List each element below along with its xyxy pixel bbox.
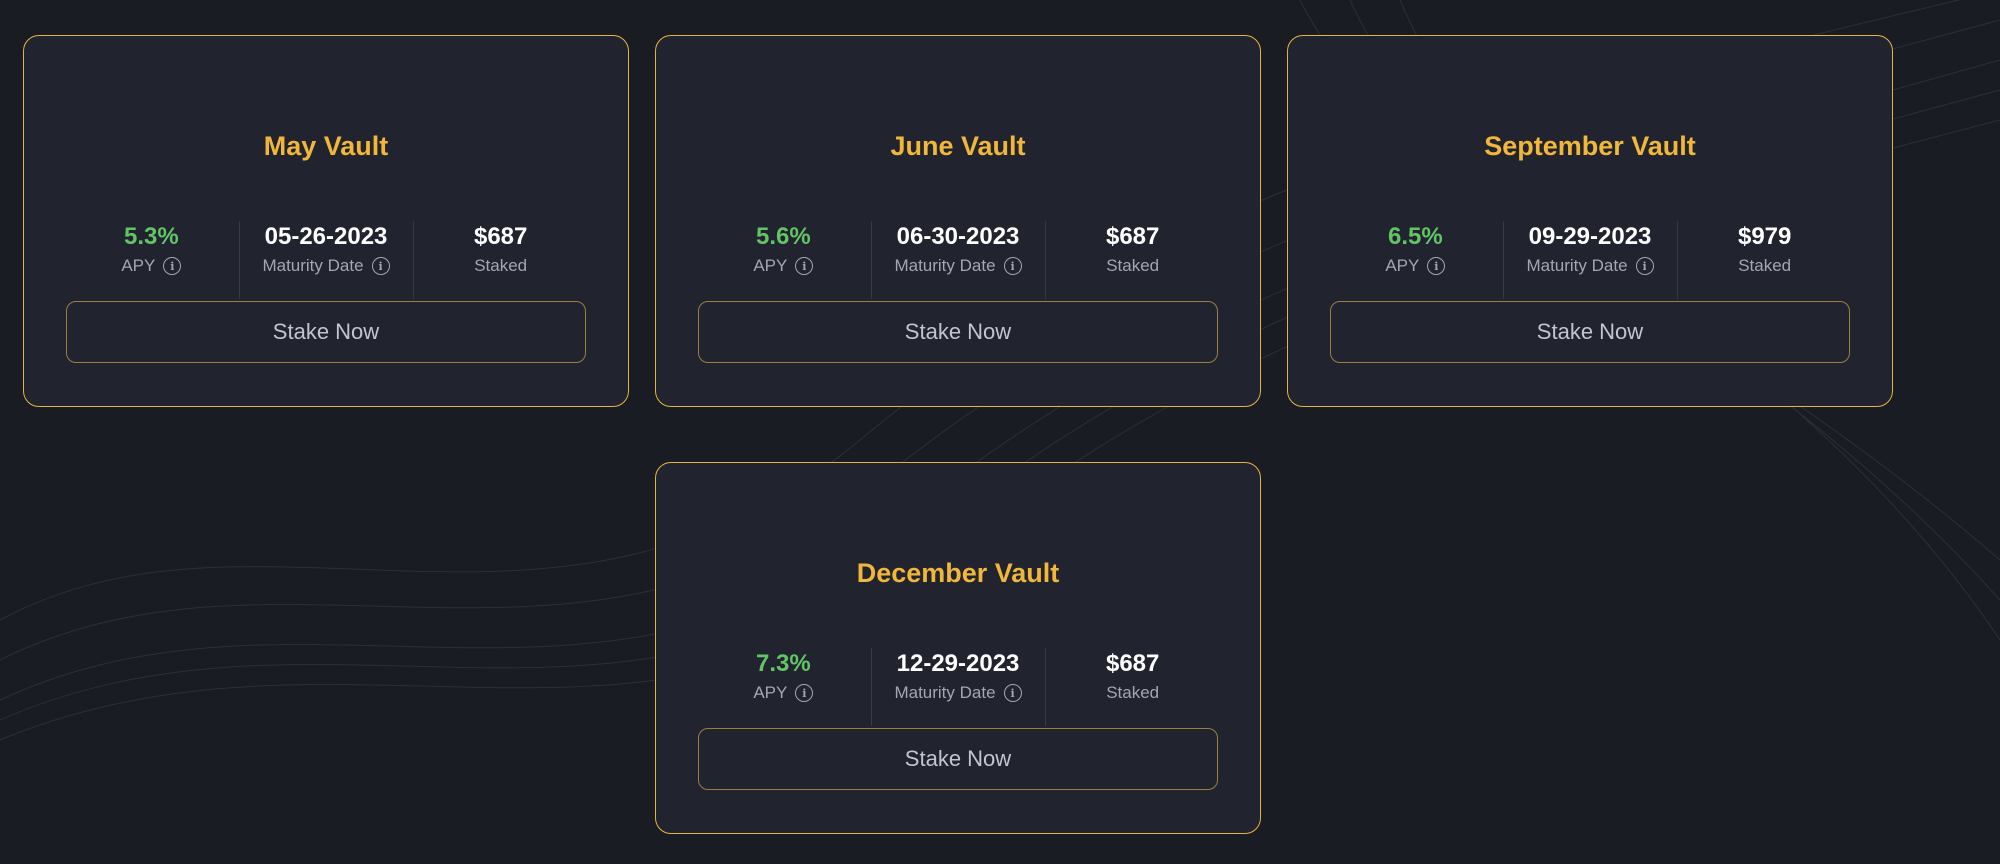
apy-stat: 7.3% APY i <box>696 610 871 702</box>
info-circle-icon[interactable]: i <box>1003 257 1022 275</box>
vault-card-june: June Vault 5.6% APY i 06-30-2023 Maturity… <box>655 35 1261 407</box>
vault-stats: 7.3% APY i 12-29-2023 Maturity Date i $687… <box>696 610 1220 726</box>
apy-stat: 6.5% APY i <box>1328 183 1503 275</box>
info-circle-icon[interactable]: i <box>371 257 390 275</box>
vault-stats: 5.6% APY i 06-30-2023 Maturity Date i $687… <box>696 183 1220 299</box>
vault-stats: 6.5% APY i 09-29-2023 Maturity Date i $979… <box>1328 183 1852 299</box>
maturity-value: 05-26-2023 <box>264 223 388 250</box>
info-circle-icon[interactable]: i <box>1003 684 1022 702</box>
staked-stat: $687 Staked <box>413 183 588 299</box>
apy-value: 7.3% <box>755 650 811 677</box>
stake-now-button[interactable]: Stake Now <box>698 728 1218 790</box>
staked-label: Staked <box>1106 683 1160 702</box>
vault-title: December Vault <box>856 558 1060 588</box>
apy-stat: 5.3% APY i <box>64 183 239 275</box>
staked-label: Staked <box>1738 256 1792 275</box>
maturity-label: Maturity Date <box>1526 256 1628 275</box>
maturity-value: 06-30-2023 <box>896 223 1020 250</box>
maturity-stat: 12-29-2023 Maturity Date i <box>870 610 1046 726</box>
vault-title: September Vault <box>1484 131 1696 161</box>
maturity-stat: 06-30-2023 Maturity Date i <box>870 183 1046 299</box>
vault-card-september: September Vault 6.5% APY i 09-29-2023 Mat… <box>1287 35 1893 407</box>
maturity-label: Maturity Date <box>894 256 996 275</box>
apy-stat: 5.6% APY i <box>696 183 871 275</box>
staked-value: $687 <box>1105 223 1160 250</box>
info-circle-icon[interactable]: i <box>1635 257 1654 275</box>
staked-label: Staked <box>474 256 528 275</box>
staked-stat: $979 Staked <box>1677 183 1852 299</box>
staked-stat: $687 Staked <box>1045 610 1220 726</box>
stake-now-button[interactable]: Stake Now <box>698 301 1218 363</box>
vault-stats: 5.3% APY i 05-26-2023 Maturity Date i $687… <box>64 183 588 299</box>
apy-value: 6.5% <box>1387 223 1443 250</box>
maturity-value: 09-29-2023 <box>1528 223 1652 250</box>
apy-label: APY <box>1385 256 1420 275</box>
info-circle-icon[interactable]: i <box>795 257 814 275</box>
info-circle-icon[interactable]: i <box>1427 257 1446 275</box>
stake-now-button[interactable]: Stake Now <box>1330 301 1850 363</box>
apy-value: 5.3% <box>123 223 179 250</box>
apy-label: APY <box>753 256 788 275</box>
staked-value: $979 <box>1737 223 1792 250</box>
info-circle-icon[interactable]: i <box>163 257 182 275</box>
vault-title: June Vault <box>890 131 1026 161</box>
maturity-label: Maturity Date <box>894 683 996 702</box>
maturity-label: Maturity Date <box>262 256 364 275</box>
apy-label: APY <box>753 683 788 702</box>
maturity-stat: 09-29-2023 Maturity Date i <box>1502 183 1678 299</box>
staked-stat: $687 Staked <box>1045 183 1220 299</box>
vault-card-december: December Vault 7.3% APY i 12-29-2023 Matu… <box>655 462 1261 834</box>
staked-value: $687 <box>1105 650 1160 677</box>
vault-card-may: May Vault 5.3% APY i 05-26-2023 Maturity … <box>23 35 629 407</box>
stake-now-button[interactable]: Stake Now <box>66 301 586 363</box>
info-circle-icon[interactable]: i <box>795 684 814 702</box>
staked-value: $687 <box>473 223 528 250</box>
staked-label: Staked <box>1106 256 1160 275</box>
vault-grid: May Vault 5.3% APY i 05-26-2023 Maturity … <box>0 0 2000 864</box>
apy-value: 5.6% <box>755 223 811 250</box>
apy-label: APY <box>121 256 156 275</box>
vault-title: May Vault <box>263 131 389 161</box>
maturity-value: 12-29-2023 <box>896 650 1020 677</box>
maturity-stat: 05-26-2023 Maturity Date i <box>238 183 414 299</box>
